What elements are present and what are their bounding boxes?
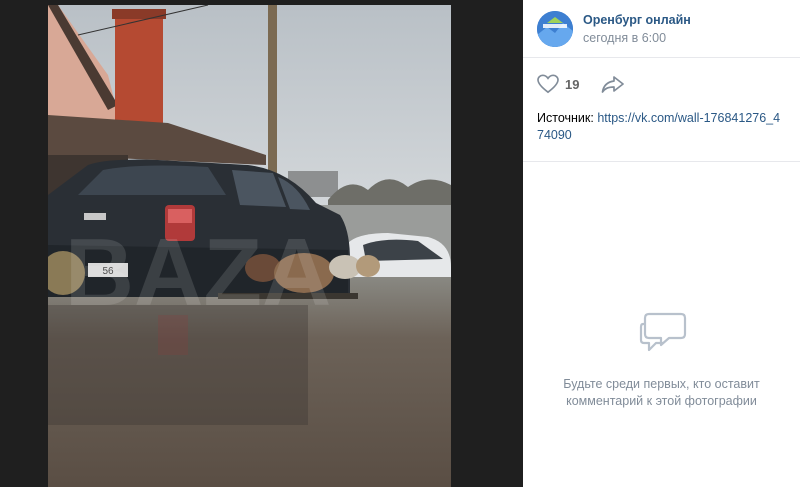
post-header: Оренбург онлайн сегодня в 6:00: [523, 0, 800, 58]
share-button[interactable]: [601, 75, 625, 98]
post-source: Источник: https://vk.com/wall-176841276_…: [523, 106, 800, 162]
group-name-link[interactable]: Оренбург онлайн: [583, 13, 691, 27]
share-arrow-icon: [601, 76, 624, 93]
comment-bubbles-icon: [639, 310, 687, 359]
heart-icon: [537, 74, 559, 94]
post-time[interactable]: сегодня в 6:00: [583, 31, 666, 45]
group-avatar[interactable]: [537, 11, 573, 47]
photo-viewer: 56 BAZA: [0, 0, 523, 487]
post-info-panel: Оренбург онлайн сегодня в 6:00 19 Источн…: [523, 0, 800, 487]
watermark: BAZA: [65, 219, 332, 326]
like-count: 19: [565, 76, 580, 92]
like-button[interactable]: 19: [537, 74, 579, 94]
flood-photo[interactable]: 56 BAZA: [48, 5, 451, 487]
source-label: Источник:: [537, 111, 594, 125]
no-comments-text: Будьте среди первых, кто оставит коммент…: [563, 377, 760, 408]
post-actions: 19: [523, 58, 800, 106]
